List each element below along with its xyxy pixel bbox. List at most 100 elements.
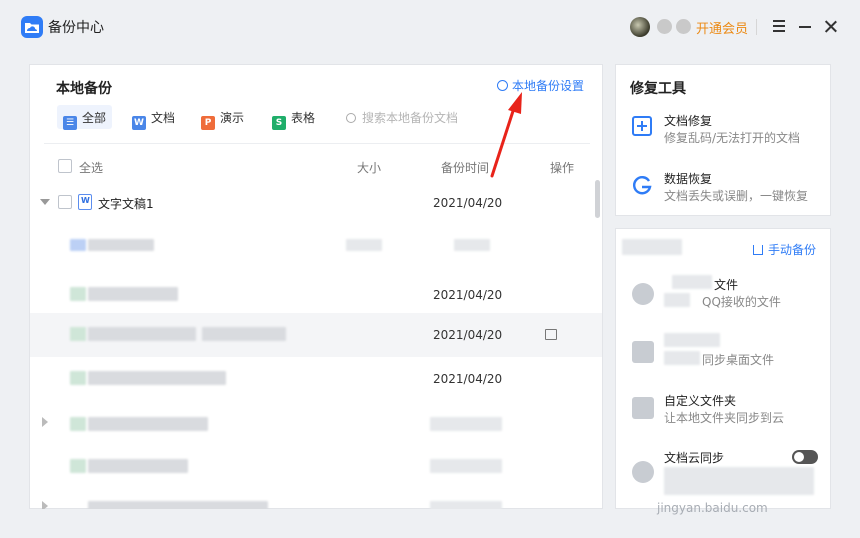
- blurred-file-name: [88, 371, 226, 385]
- search-placeholder: 搜索本地备份文档: [362, 111, 459, 125]
- blurred-date: [430, 459, 502, 473]
- filter-tab-spreadsheet[interactable]: S 表格: [266, 105, 321, 130]
- cloud-backup-panel: 手动备份 文件 QQ接收的文件 同步桌面文件 自定义文件夹 让本地文件夹同步到云…: [615, 228, 831, 509]
- filter-label: 全部: [82, 111, 107, 125]
- search-icon: [346, 113, 356, 123]
- cloud-sync-icon: [632, 461, 654, 483]
- table-row[interactable]: [30, 225, 602, 269]
- backup-date: 2021/04/20: [433, 196, 503, 210]
- blurred-file-name: [88, 239, 154, 251]
- local-backup-panel: 本地备份 本地备份设置 ☰ 全部 W 文档 P 演示 S 表格 搜索本地备份文档 全选 …: [29, 64, 603, 509]
- blurred-desc: [664, 467, 814, 495]
- blurred-desc: [664, 351, 700, 365]
- row-checkbox[interactable]: [58, 195, 72, 209]
- blurred-file-name: [88, 459, 188, 473]
- data-recovery-icon: [633, 176, 652, 195]
- table-row[interactable]: 2021/04/20: [30, 313, 602, 357]
- filter-tab-presentation[interactable]: P 演示: [195, 105, 250, 130]
- blurred-file-icon: [70, 371, 86, 385]
- blurred-file-name-extra: [202, 327, 286, 341]
- blurred-file-icon: [70, 327, 86, 341]
- blurred-file-icon: [70, 417, 86, 431]
- repair-tools-panel: 修复工具 文档修复 修复乱码/无法打开的文档 数据恢复 文档丢失或误删，一键恢复: [615, 64, 831, 216]
- table-row[interactable]: [30, 489, 602, 509]
- close-icon[interactable]: [824, 20, 837, 33]
- blurred-title: [672, 275, 712, 289]
- list-icon: ☰: [63, 116, 77, 130]
- blurred-title: [664, 333, 720, 347]
- open-vip-link[interactable]: 开通会员: [696, 18, 748, 37]
- table-row[interactable]: 2021/04/20: [30, 269, 602, 313]
- table-row[interactable]: [30, 401, 602, 445]
- blurred-file-name: [88, 417, 208, 431]
- local-backup-title: 本地备份: [56, 81, 112, 97]
- repair-item-desc: 修复乱码/无法打开的文档: [664, 131, 801, 145]
- repair-item-title: 数据恢复: [664, 172, 713, 186]
- backup-date: 2021/04/20: [433, 288, 503, 302]
- title-bar: 备份中心 开通会员: [0, 0, 860, 54]
- cloud-logo-icon: [21, 16, 43, 38]
- blurred-file-name: [88, 287, 178, 301]
- blurred-desc: [664, 293, 690, 307]
- folder-icon: [632, 397, 654, 419]
- presentation-icon: P: [201, 116, 215, 130]
- spreadsheet-icon: S: [272, 116, 286, 130]
- local-backup-settings-link[interactable]: 本地备份设置: [497, 77, 584, 94]
- divider: [44, 143, 590, 144]
- manual-backup-label: 手动备份: [768, 243, 817, 257]
- cloud-item-title: 自定义文件夹: [664, 394, 737, 408]
- blurred-size: [346, 239, 382, 251]
- minimize-icon[interactable]: [799, 26, 811, 28]
- gear-icon: [497, 80, 508, 91]
- table-row[interactable]: 文字文稿1 2021/04/20: [30, 181, 602, 225]
- blurred-date: [454, 239, 490, 251]
- repair-item-title: 文档修复: [664, 114, 713, 128]
- upload-icon: [753, 245, 763, 255]
- repair-tools-title: 修复工具: [630, 81, 686, 97]
- column-backup-time: 备份时间: [441, 161, 490, 175]
- app-title: 备份中心: [48, 20, 104, 36]
- writer-file-icon: [78, 194, 92, 210]
- repair-item-desc: 文档丢失或误删，一键恢复: [664, 189, 809, 203]
- member-badge-icon: [657, 19, 672, 34]
- blurred-file-icon: [70, 287, 86, 301]
- blurred-date: [430, 501, 502, 509]
- writer-icon: W: [132, 116, 146, 130]
- expand-caret-icon[interactable]: [42, 501, 48, 509]
- table-row[interactable]: [30, 445, 602, 489]
- backup-date: 2021/04/20: [433, 328, 503, 342]
- list-scrollbar[interactable]: [595, 180, 600, 218]
- manual-backup-link[interactable]: 手动备份: [753, 241, 816, 258]
- cloud-item-desc: QQ接收的文件: [702, 295, 781, 309]
- column-size: 大小: [357, 161, 382, 175]
- backup-date: 2021/04/20: [433, 372, 503, 386]
- filter-tab-document[interactable]: W 文档: [126, 105, 181, 130]
- file-name: 文字文稿1: [98, 197, 154, 211]
- titlebar-divider: [756, 19, 757, 35]
- column-select-all: 全选: [79, 161, 104, 175]
- blurred-file-icon: [70, 239, 86, 251]
- cloud-item-title: 文档云同步: [664, 451, 725, 465]
- blurred-panel-title: [622, 239, 682, 255]
- search-input[interactable]: 搜索本地备份文档: [346, 109, 458, 126]
- doc-sync-toggle[interactable]: [792, 450, 818, 464]
- super-member-badge-icon: [676, 19, 691, 34]
- column-action: 操作: [550, 161, 575, 175]
- blurred-file-icon: [70, 459, 86, 473]
- cloud-item-title: 文件: [714, 278, 739, 292]
- table-row[interactable]: 2021/04/20: [30, 357, 602, 401]
- windows-icon: [632, 341, 654, 363]
- open-folder-icon[interactable]: [545, 329, 557, 340]
- blurred-file-name: [88, 327, 196, 341]
- document-repair-icon: [632, 116, 652, 136]
- select-all-checkbox[interactable]: [58, 159, 72, 173]
- expand-caret-icon[interactable]: [40, 199, 50, 205]
- expand-caret-icon[interactable]: [42, 417, 48, 427]
- menu-icon[interactable]: [773, 20, 785, 32]
- filter-label: 演示: [220, 111, 245, 125]
- blurred-date: [430, 417, 502, 431]
- user-avatar[interactable]: [630, 17, 650, 37]
- filter-label: 表格: [291, 111, 316, 125]
- filter-tab-all[interactable]: ☰ 全部: [57, 105, 113, 130]
- watermark-url: jingyan.baidu.com: [657, 501, 768, 515]
